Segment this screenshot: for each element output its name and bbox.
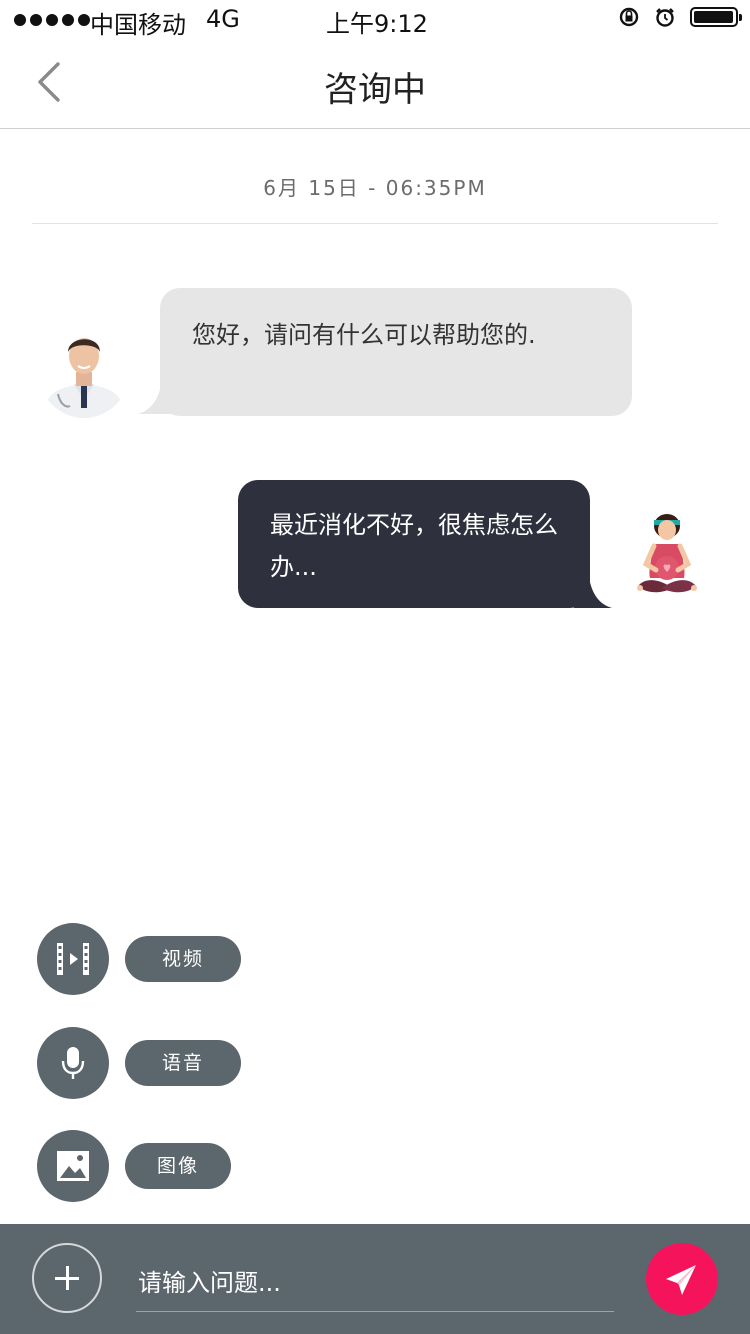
input-bar bbox=[0, 1224, 750, 1334]
message-text: 您好，请问有什么可以帮助您的. bbox=[192, 321, 536, 349]
doctor-avatar[interactable] bbox=[38, 322, 130, 418]
question-input[interactable] bbox=[136, 1254, 614, 1312]
image-option-label[interactable]: 图像 bbox=[125, 1143, 231, 1189]
video-option-button[interactable] bbox=[37, 923, 109, 995]
nav-bar: 咨询中 bbox=[0, 40, 750, 129]
rotation-lock-icon bbox=[619, 7, 639, 27]
status-icons bbox=[618, 6, 742, 28]
patient-avatar[interactable] bbox=[632, 510, 702, 600]
voice-option-button[interactable] bbox=[37, 1027, 109, 1099]
video-option-label[interactable]: 视频 bbox=[125, 936, 241, 982]
image-icon bbox=[57, 1151, 89, 1181]
patient-message-bubble: 最近消化不好，很焦虑怎么办... bbox=[238, 480, 590, 608]
page-title: 咨询中 bbox=[324, 70, 426, 110]
status-time: 上午9:12 bbox=[326, 10, 428, 38]
bubble-tail-right bbox=[574, 570, 612, 608]
doctor-message-bubble: 您好，请问有什么可以帮助您的. bbox=[160, 288, 632, 416]
add-button[interactable] bbox=[32, 1243, 102, 1313]
message-text: 最近消化不好，很焦虑怎么办... bbox=[270, 511, 558, 581]
chat-timestamp: 6月 15日 - 06:35PM bbox=[263, 176, 487, 200]
alarm-clock-icon bbox=[656, 8, 674, 27]
divider bbox=[32, 223, 718, 224]
network-type: 4G bbox=[206, 5, 240, 33]
signal-strength-icon bbox=[14, 14, 90, 26]
send-button[interactable] bbox=[646, 1243, 718, 1315]
paper-plane-icon bbox=[666, 1265, 696, 1295]
voice-option-label[interactable]: 语音 bbox=[125, 1040, 241, 1086]
status-bar: 中国移动 4G 上午9:12 bbox=[0, 0, 750, 40]
image-option-button[interactable] bbox=[37, 1130, 109, 1202]
film-icon bbox=[57, 943, 89, 975]
carrier-name: 中国移动 bbox=[90, 11, 186, 39]
microphone-icon bbox=[61, 1047, 85, 1079]
battery-icon bbox=[690, 7, 742, 27]
